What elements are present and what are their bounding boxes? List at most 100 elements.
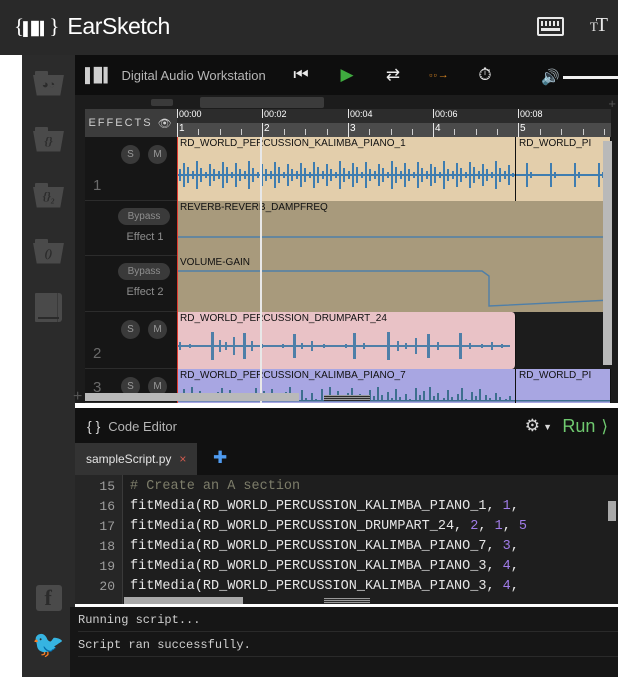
mute-button[interactable]: M (148, 145, 167, 164)
timeline-ruler[interactable]: 00:00 1 00:02 2 00:04 3 00:06 4 00:08 5 (177, 109, 611, 137)
daw-panel: ▌▊▍ Digital Audio Workstation ⏮ ▶ ⇄ ▫▫ →… (73, 55, 618, 406)
mute-button[interactable]: M (148, 320, 167, 339)
waveform (516, 163, 610, 187)
playhead[interactable] (260, 137, 262, 403)
brand[interactable]: {▌▊▍} EarSketch (14, 13, 170, 40)
code-area[interactable]: 15 16 17 18 19 20 # Create an A section … (75, 475, 618, 604)
audio-clip[interactable]: RD_WORLD_PERCUSSION_KALIMBA_PIANO_1 (177, 137, 516, 201)
code-text: fitMedia(RD_WORLD_PERCUSSION_DRUMPART_24… (130, 519, 527, 534)
daw-title-group: ▌▊▍ Digital Audio Workstation (85, 67, 266, 84)
volume-control[interactable]: 🔊 (541, 68, 618, 86)
keyboard-shortcuts-icon[interactable] (536, 16, 564, 36)
track-row[interactable]: 2 S M RD_WORLD_PERCUSSION_DRUMPART_24 (85, 312, 611, 369)
console-panel: Running script... Script ran successfull… (70, 607, 618, 677)
transport-controls: ⏮ ▶ ⇄ ▫▫ → ⏱ (290, 63, 496, 87)
loop-button[interactable]: ⇄ (382, 64, 404, 86)
code-editor-title: Code Editor (108, 418, 177, 434)
track-clips[interactable]: RD_WORLD_PERCUSSION_KALIMBA_PIANO_1 RD_W… (177, 137, 611, 201)
line-number: 19 (99, 559, 115, 574)
code-line: # Create an A section (130, 479, 301, 494)
sidebar-item-sound-browser[interactable]: ◕◔ (22, 55, 75, 111)
daw-header: ▌▊▍ Digital Audio Workstation ⏮ ▶ ⇄ ▫▫ →… (75, 55, 618, 95)
plus-icon[interactable]: ✚ (213, 449, 227, 466)
rewind-button[interactable]: ⏮ (290, 64, 312, 86)
font-size-icon[interactable]: TT (590, 15, 608, 36)
ruler-time-4: 00:08 (520, 109, 543, 119)
track-row[interactable]: 1 S M RD_WORLD_PERCUSSION_KALIMBA_PIANO_… (85, 137, 611, 201)
line-number: 18 (99, 539, 115, 554)
chevron-down-icon[interactable]: ▼ (543, 422, 552, 432)
code-text: fitMedia(RD_WORLD_PERCUSSION_KALIMBA_PIA… (130, 499, 519, 514)
clip-label: RD_WORLD_PI (519, 370, 592, 381)
effect-clip[interactable]: REVERB-REVERB_DAMPFREQ (177, 201, 611, 256)
effect-row[interactable]: Bypass Effect 1 REVERB-REVERB_DAMPFREQ (85, 201, 611, 256)
waveform (177, 161, 515, 189)
ruler-bar-2: 3 (350, 123, 356, 134)
app-title: EarSketch (67, 13, 170, 39)
clip-label: RD_WORLD_PI (519, 138, 592, 149)
folder-braces-icon: {} (33, 126, 64, 152)
sidebar-browsers: ◕◔ {} {}2 () (22, 55, 75, 335)
line-number: 15 (99, 479, 115, 494)
console-line: Running script... (78, 613, 618, 632)
sidebar-item-api-browser[interactable]: () (22, 223, 75, 279)
effect-header[interactable]: Bypass Effect 1 (85, 201, 177, 256)
audio-clip[interactable]: RD_WORLD_PERCUSSION_DRUMPART_24 (177, 312, 516, 369)
braces-icon: { } (87, 418, 101, 434)
sidebar-item-curriculum[interactable] (22, 279, 75, 335)
run-button[interactable]: Run ⟩ (562, 416, 608, 437)
zoom-out-handle[interactable] (151, 99, 173, 106)
sidebar-item-script-browser[interactable]: {} (22, 111, 75, 167)
play-button[interactable]: ▶ (336, 64, 358, 86)
automation-envelope (177, 236, 611, 238)
horizontal-zoom-slider[interactable] (200, 97, 324, 108)
effect-clip[interactable]: VOLUME-GAIN (177, 256, 611, 312)
ruler-bar-4: 5 (520, 123, 526, 134)
folder-headphones-icon: ◕◔ (33, 70, 64, 96)
volume-slider-track[interactable] (562, 75, 618, 79)
eye-icon[interactable]: 👁 (158, 117, 174, 130)
bypass-button[interactable]: Bypass (118, 208, 170, 225)
effect-clips[interactable]: VOLUME-GAIN (177, 256, 611, 312)
effect-clips[interactable]: REVERB-REVERB_DAMPFREQ (177, 201, 611, 256)
ruler-time-0: 00:00 (179, 109, 202, 119)
tab-sampleScript[interactable]: sampleScript.py × (75, 443, 198, 475)
track-solo-mute: S M (121, 145, 167, 164)
ruler-time-1: 00:02 (264, 109, 287, 119)
solo-button[interactable]: S (121, 145, 140, 164)
daw-horizontal-scrollbar[interactable] (85, 393, 299, 401)
bypass-button[interactable]: Bypass (118, 263, 170, 280)
ruler-time-3: 00:06 (435, 109, 458, 119)
effect-row[interactable]: Bypass Effect 2 VOLUME-GAIN (85, 256, 611, 312)
clip-label: RD_WORLD_PERCUSSION_KALIMBA_PIANO_1 (180, 138, 406, 149)
sidebar-item-script-history-browser[interactable]: {}2 (22, 167, 75, 223)
facebook-link[interactable] (22, 575, 75, 621)
close-icon[interactable]: × (179, 452, 186, 466)
solo-button[interactable]: S (121, 320, 140, 339)
track-clips[interactable]: RD_WORLD_PERCUSSION_DRUMPART_24 (177, 312, 611, 369)
effect-header[interactable]: Bypass Effect 2 (85, 256, 177, 312)
code-line: fitMedia(RD_WORLD_PERCUSSION_KALIMBA_PIA… (130, 499, 519, 514)
follow-playhead-button[interactable]: ▫▫ → (428, 64, 450, 86)
code-line: fitMedia(RD_WORLD_PERCUSSION_DRUMPART_24… (130, 519, 527, 534)
effects-header[interactable]: EFFECTS 👁 (85, 109, 177, 137)
audio-clip[interactable]: RD_WORLD_PI (516, 137, 611, 201)
tab-label: sampleScript.py (86, 452, 172, 466)
gear-icon[interactable]: ⚙ (525, 416, 540, 436)
effects-label: EFFECTS (88, 117, 153, 129)
code-text: fitMedia(RD_WORLD_PERCUSSION_KALIMBA_PIA… (130, 539, 519, 554)
effect-label: Effect 2 (126, 286, 164, 298)
code-editor-panel: { } Code Editor ⚙ ▼ Run ⟩ sampleScript.p… (75, 408, 618, 604)
editor-resize-grip[interactable] (75, 596, 618, 606)
track-solo-mute: S M (121, 320, 167, 339)
code-vertical-scrollbar[interactable] (608, 501, 616, 521)
add-track-icon[interactable]: + (73, 388, 82, 406)
effect-label: Effect 1 (126, 231, 164, 243)
twitter-link[interactable]: 🐦 (22, 621, 75, 667)
code-editor-title-group: { } Code Editor (87, 418, 177, 434)
track-header[interactable]: 1 S M (85, 137, 177, 201)
metronome-button[interactable]: ⏱ (474, 64, 496, 86)
track-header[interactable]: 2 S M (85, 312, 177, 369)
top-bar: {▌▊▍} EarSketch TT (0, 0, 618, 55)
daw-vertical-scrollbar[interactable] (603, 141, 612, 365)
